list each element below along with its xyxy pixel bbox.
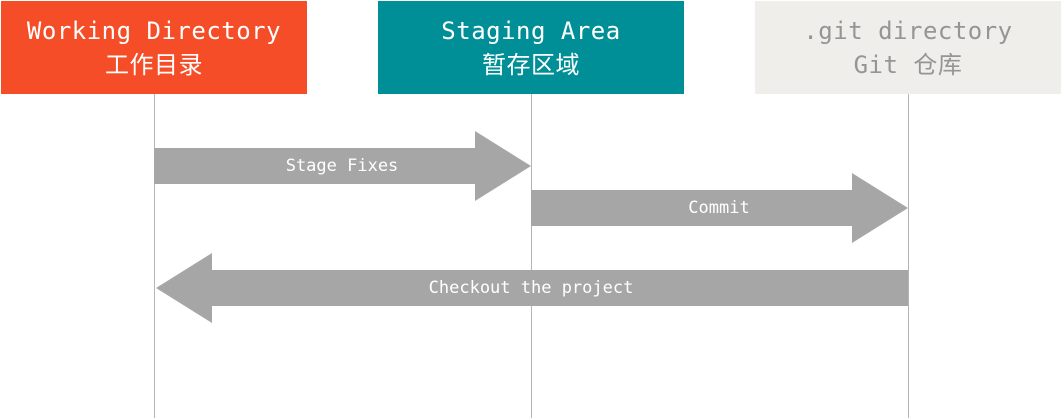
arrow-checkout-label: Checkout the project — [429, 278, 634, 298]
git-directory-title: .git directory — [803, 16, 1013, 45]
staging-area-title: Staging Area — [441, 16, 621, 45]
arrow-commit: Commit — [531, 173, 908, 243]
working-directory-subtitle: 工作目录 — [105, 50, 203, 79]
git-directory-subtitle: Git 仓库 — [853, 50, 963, 79]
git-directory-box: .git directory Git 仓库 — [755, 1, 1061, 94]
arrow-commit-label: Commit — [688, 198, 749, 218]
working-directory-title: Working Directory — [26, 16, 282, 45]
arrow-stage-fixes: Stage Fixes — [154, 131, 531, 201]
staging-area-subtitle: 暂存区域 — [482, 50, 580, 79]
working-directory-box: Working Directory 工作目录 — [1, 1, 307, 94]
arrow-stage-fixes-label: Stage Fixes — [286, 156, 399, 176]
staging-area-box: Staging Area 暂存区域 — [378, 1, 684, 94]
